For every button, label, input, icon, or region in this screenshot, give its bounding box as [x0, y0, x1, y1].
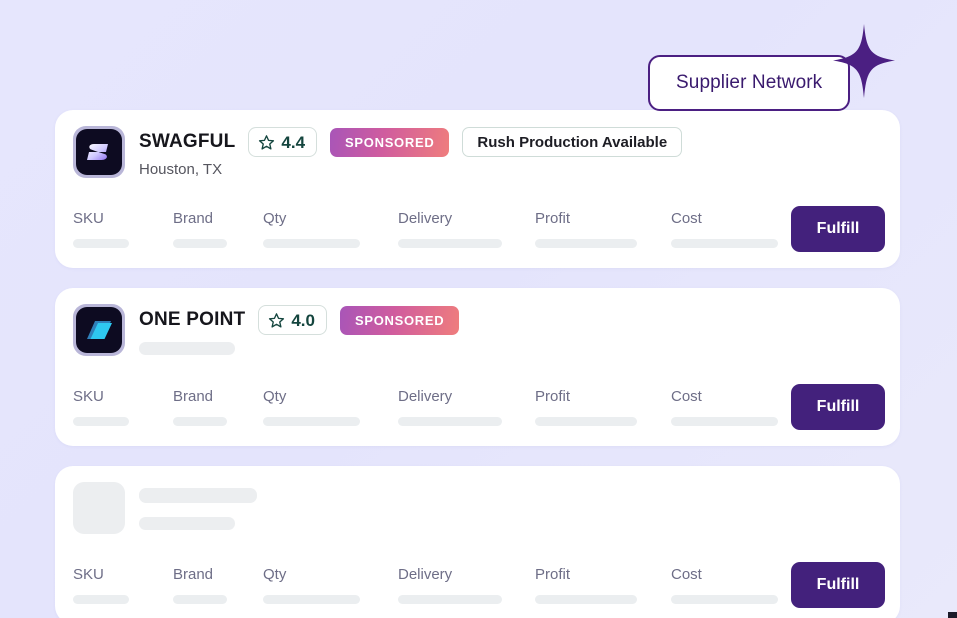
- value-placeholder-bar: [73, 239, 129, 248]
- column-cost: Cost: [671, 211, 791, 248]
- fulfill-button[interactable]: Fulfill: [791, 562, 885, 608]
- column-label: SKU: [73, 210, 104, 227]
- card-columns: SKU Brand Qty Delivery Profit Cost Fulfi…: [73, 562, 885, 608]
- supplier-network-label: Supplier Network: [676, 72, 823, 93]
- supplier-card-list: SWAGFUL 4.4 SPONSORED Rush Production Av…: [55, 110, 900, 618]
- value-placeholder-bar: [671, 417, 778, 426]
- column-cost: Cost: [671, 567, 791, 604]
- column-label: Profit: [535, 566, 571, 583]
- value-placeholder-bar: [263, 239, 360, 248]
- column-label: Brand: [173, 566, 214, 583]
- column-profit: Profit: [535, 389, 671, 426]
- supplier-name: ONE POINT: [139, 309, 246, 330]
- column-label: Brand: [173, 210, 214, 227]
- column-sku: SKU: [73, 211, 173, 248]
- column-qty: Qty: [263, 389, 398, 426]
- value-placeholder-bar: [535, 417, 637, 426]
- value-placeholder-bar: [535, 595, 637, 604]
- corner-artifact: [948, 612, 957, 618]
- card-columns: SKU Brand Qty Delivery Profit Cost Fulfi…: [73, 206, 885, 252]
- supplier-identity-row: ONE POINT 4.0 SPONSORED: [139, 305, 882, 335]
- location-placeholder-bar: [139, 517, 235, 530]
- value-placeholder-bar: [535, 239, 637, 248]
- supplier-identity-placeholder: [139, 482, 882, 530]
- supplier-network-pill[interactable]: Supplier Network: [648, 55, 851, 111]
- supplier-network-callout: Supplier Network: [648, 24, 895, 111]
- value-placeholder-bar: [73, 417, 129, 426]
- column-brand: Brand: [173, 567, 263, 604]
- value-placeholder-bar: [398, 239, 502, 248]
- supplier-card[interactable]: SWAGFUL 4.4 SPONSORED Rush Production Av…: [55, 110, 900, 268]
- column-profit: Profit: [535, 567, 671, 604]
- location-placeholder-bar: [139, 342, 235, 355]
- column-sku: SKU: [73, 567, 173, 604]
- value-placeholder-bar: [263, 595, 360, 604]
- value-placeholder-bar: [173, 595, 227, 604]
- supplier-identity-row: SWAGFUL 4.4 SPONSORED Rush Production Av…: [139, 127, 882, 157]
- value-placeholder-bar: [398, 595, 502, 604]
- rating-value: 4.0: [291, 310, 315, 330]
- logo-placeholder: [73, 482, 125, 534]
- column-label: Brand: [173, 388, 214, 405]
- supplier-identity: SWAGFUL 4.4 SPONSORED Rush Production Av…: [139, 126, 882, 179]
- column-label: Qty: [263, 388, 287, 405]
- column-label: SKU: [73, 566, 104, 583]
- card-header: ONE POINT 4.0 SPONSORED: [73, 304, 882, 360]
- column-delivery: Delivery: [398, 389, 535, 426]
- column-brand: Brand: [173, 389, 263, 426]
- star-outline-icon: [259, 134, 275, 150]
- column-sku: SKU: [73, 389, 173, 426]
- column-label: Qty: [263, 210, 287, 227]
- fulfill-button[interactable]: Fulfill: [791, 384, 885, 430]
- supplier-card[interactable]: ONE POINT 4.0 SPONSORED SKU Brand Qty De…: [55, 288, 900, 446]
- column-label: Cost: [671, 566, 702, 583]
- card-header: [73, 482, 882, 538]
- card-header: SWAGFUL 4.4 SPONSORED Rush Production Av…: [73, 126, 882, 182]
- column-delivery: Delivery: [398, 211, 535, 248]
- rush-production-badge: Rush Production Available: [462, 127, 683, 157]
- column-brand: Brand: [173, 211, 263, 248]
- value-placeholder-bar: [398, 417, 502, 426]
- column-label: Profit: [535, 388, 571, 405]
- sponsored-badge: SPONSORED: [339, 305, 460, 335]
- supplier-location: Houston, TX: [139, 161, 223, 178]
- column-delivery: Delivery: [398, 567, 535, 604]
- column-label: Delivery: [398, 566, 453, 583]
- swagful-logo-icon: [87, 144, 108, 160]
- value-placeholder-bar: [73, 595, 129, 604]
- value-placeholder-bar: [671, 239, 778, 248]
- supplier-logo: [73, 304, 125, 356]
- supplier-logo: [73, 126, 125, 178]
- name-placeholder-bar: [139, 488, 257, 503]
- fulfill-button[interactable]: Fulfill: [791, 206, 885, 252]
- rating-badge[interactable]: 4.0: [258, 305, 327, 335]
- card-columns: SKU Brand Qty Delivery Profit Cost Fulfi…: [73, 384, 885, 430]
- column-label: Delivery: [398, 388, 453, 405]
- column-label: Delivery: [398, 210, 453, 227]
- supplier-name: SWAGFUL: [139, 131, 236, 152]
- star-outline-icon: [269, 312, 285, 328]
- supplier-identity: ONE POINT 4.0 SPONSORED: [139, 304, 882, 355]
- rating-value: 4.4: [281, 132, 306, 152]
- value-placeholder-bar: [173, 417, 227, 426]
- column-cost: Cost: [671, 389, 791, 426]
- column-label: Profit: [535, 210, 571, 227]
- one-point-logo-icon: [87, 321, 112, 339]
- column-profit: Profit: [535, 211, 671, 248]
- column-qty: Qty: [263, 211, 398, 248]
- column-label: SKU: [73, 388, 104, 405]
- column-qty: Qty: [263, 567, 398, 604]
- column-label: Qty: [263, 566, 287, 583]
- supplier-card-loading[interactable]: SKU Brand Qty Delivery Profit Cost Fulfi…: [55, 466, 900, 618]
- sponsored-badge: SPONSORED: [330, 127, 450, 157]
- value-placeholder-bar: [173, 239, 227, 248]
- value-placeholder-bar: [263, 417, 360, 426]
- column-label: Cost: [671, 210, 702, 227]
- column-label: Cost: [671, 388, 702, 405]
- rating-badge[interactable]: 4.4: [248, 127, 318, 157]
- value-placeholder-bar: [671, 595, 778, 604]
